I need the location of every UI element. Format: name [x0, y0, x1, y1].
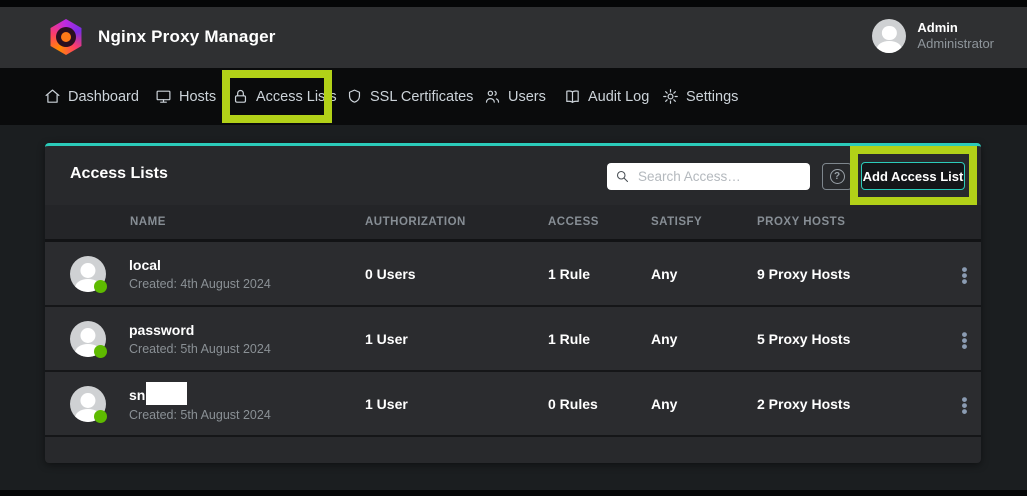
- nav-item-access-lists[interactable]: Access Lists: [232, 68, 337, 125]
- table-row[interactable]: sn Created: 5th August 2024 1 User 0 Rul…: [45, 372, 981, 437]
- redaction-box: [146, 382, 187, 405]
- nav-item-label: Dashboard: [68, 89, 139, 105]
- column-header: NAME: [45, 216, 365, 228]
- nav-item-label: Users: [508, 89, 546, 105]
- panel-header: Access Lists ? Add Access List: [45, 146, 981, 205]
- row-menu-button[interactable]: •••: [948, 395, 981, 413]
- satisfy-value: Any: [651, 396, 757, 412]
- access-list-name: sn: [129, 386, 145, 404]
- nav-item-label: Audit Log: [588, 89, 649, 105]
- nav-item-label: Settings: [686, 89, 738, 105]
- user-text: Admin Administrator: [917, 20, 994, 52]
- list-avatar: [70, 386, 106, 422]
- access-value: 1 Rule: [548, 331, 651, 347]
- gear-icon: [662, 88, 679, 105]
- shield-icon: [346, 88, 363, 105]
- satisfy-value: Any: [651, 331, 757, 347]
- list-avatar: [70, 321, 106, 357]
- authorization-value: 1 User: [365, 396, 548, 412]
- access-value: 0 Rules: [548, 396, 651, 412]
- app-title: Nginx Proxy Manager: [98, 27, 276, 47]
- row-menu-button[interactable]: •••: [948, 330, 981, 348]
- column-header: SATISFY: [651, 216, 757, 228]
- user-avatar: [872, 19, 906, 53]
- brand: Nginx Proxy Manager: [48, 19, 276, 55]
- table-row[interactable]: password Created: 5th August 2024 1 User…: [45, 307, 981, 372]
- user-name: Admin: [917, 20, 994, 36]
- nav-item-label: SSL Certificates: [370, 89, 473, 105]
- proxy-hosts-value: 9 Proxy Hosts: [757, 266, 948, 282]
- search-input[interactable]: [638, 169, 802, 184]
- nav-item-settings[interactable]: Settings: [662, 68, 738, 125]
- nav-item-ssl-certificates[interactable]: SSL Certificates: [346, 68, 473, 125]
- nav-item-audit-log[interactable]: Audit Log: [564, 68, 649, 125]
- nav-item-users[interactable]: Users: [484, 68, 546, 125]
- proxy-hosts-value: 2 Proxy Hosts: [757, 396, 948, 412]
- nav-item-label: Access Lists: [256, 89, 337, 105]
- app-logo-icon: [48, 19, 84, 55]
- lock-icon: [232, 88, 249, 105]
- window-bottom-edge: [0, 490, 1027, 496]
- content-area: Access Lists ? Add Access List NAMEAUTHO…: [0, 125, 1027, 490]
- search-icon: [615, 169, 630, 184]
- authorization-value: 1 User: [365, 331, 548, 347]
- page: Nginx Proxy Manager Admin Administrator …: [0, 0, 1027, 496]
- add-access-list-button[interactable]: Add Access List: [861, 162, 965, 190]
- created-date: Created: 4th August 2024: [129, 277, 271, 291]
- authorization-value: 0 Users: [365, 266, 548, 282]
- table-body: local Created: 4th August 2024 0 Users 1…: [45, 242, 981, 437]
- user-role: Administrator: [917, 36, 994, 52]
- user-menu[interactable]: Admin Administrator: [872, 19, 994, 53]
- window-top-edge: [0, 0, 1027, 7]
- created-date: Created: 5th August 2024: [129, 342, 271, 356]
- search-box: [607, 163, 810, 190]
- status-dot-icon: [94, 280, 107, 293]
- access-lists-panel: Access Lists ? Add Access List NAMEAUTHO…: [45, 143, 981, 463]
- access-list-name: password: [129, 321, 194, 339]
- name-cell: sn Created: 5th August 2024: [45, 385, 365, 422]
- column-header: AUTHORIZATION: [365, 216, 548, 228]
- name-cell: password Created: 5th August 2024: [45, 321, 365, 357]
- name-cell: local Created: 4th August 2024: [45, 256, 365, 292]
- list-avatar: [70, 256, 106, 292]
- proxy-hosts-value: 5 Proxy Hosts: [757, 331, 948, 347]
- app-header: Nginx Proxy Manager Admin Administrator: [0, 7, 1027, 68]
- help-button[interactable]: ?: [822, 163, 852, 190]
- table-header-row: NAMEAUTHORIZATIONACCESSSATISFYPROXY HOST…: [45, 205, 981, 242]
- status-dot-icon: [94, 345, 107, 358]
- access-value: 1 Rule: [548, 266, 651, 282]
- table-row[interactable]: local Created: 4th August 2024 0 Users 1…: [45, 242, 981, 307]
- nav-item-hosts[interactable]: Hosts: [155, 68, 216, 125]
- created-date: Created: 5th August 2024: [129, 408, 271, 422]
- book-icon: [564, 88, 581, 105]
- satisfy-value: Any: [651, 266, 757, 282]
- users-icon: [484, 88, 501, 105]
- column-header: ACCESS: [548, 216, 651, 228]
- nav-item-dashboard[interactable]: Dashboard: [44, 68, 139, 125]
- nav-item-label: Hosts: [179, 89, 216, 105]
- status-dot-icon: [94, 410, 107, 423]
- access-list-name: local: [129, 256, 161, 274]
- home-icon: [44, 88, 61, 105]
- column-header: PROXY HOSTS: [757, 216, 948, 228]
- page-title: Access Lists: [70, 165, 168, 183]
- question-mark-icon: ?: [830, 169, 845, 184]
- row-menu-button[interactable]: •••: [948, 265, 981, 283]
- main-nav: Dashboard Hosts Access Lists SSL Certificat…: [0, 68, 1027, 125]
- monitor-icon: [155, 88, 172, 105]
